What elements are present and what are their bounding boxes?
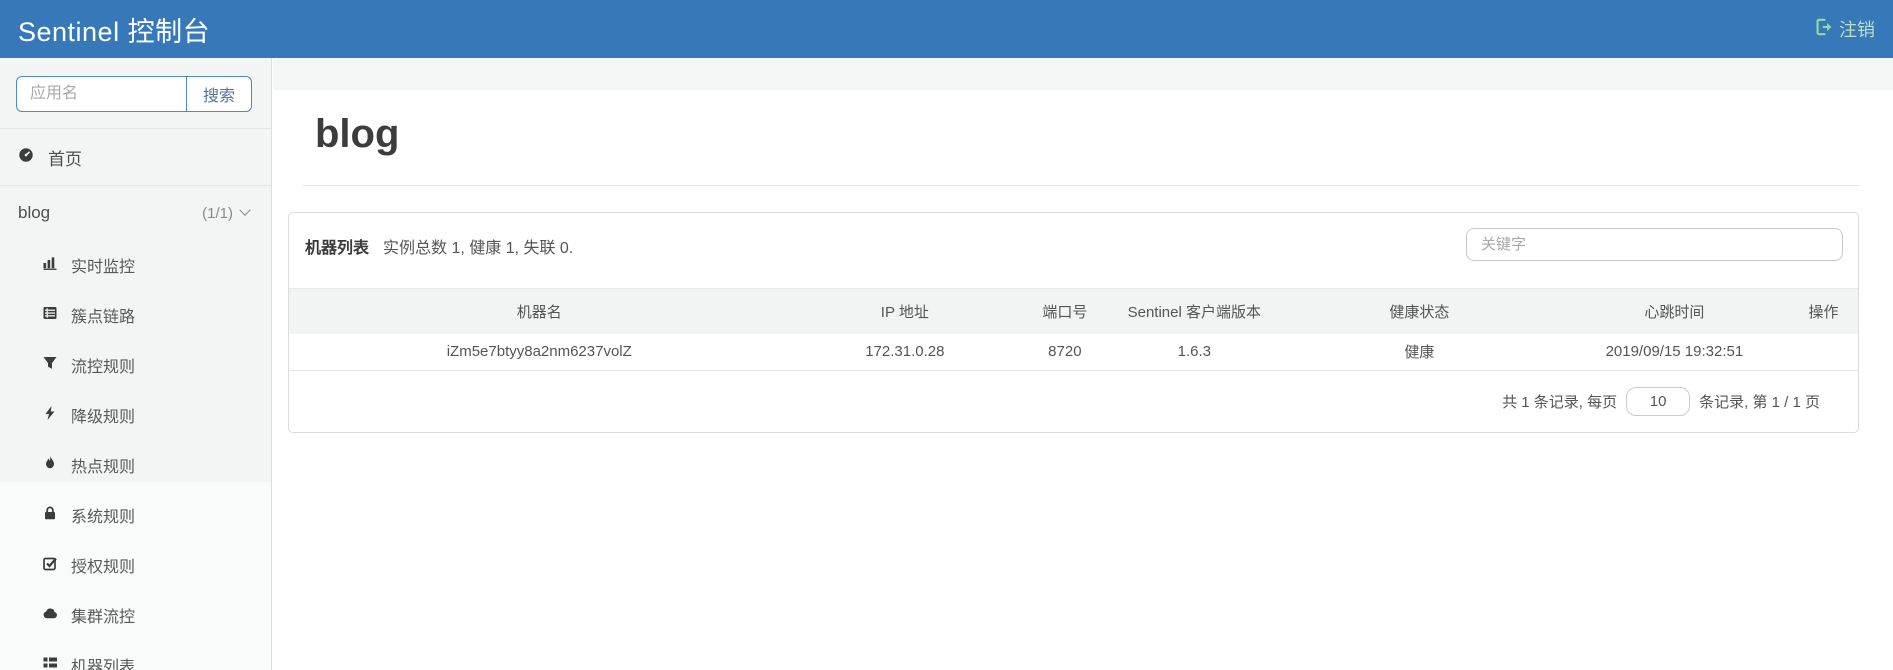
- cell-heartbeat-time: 2019/09/15 19:32:51: [1559, 333, 1789, 371]
- gauge-icon: [18, 147, 34, 168]
- app-search-input[interactable]: [16, 76, 186, 112]
- app-name-label: blog: [18, 203, 51, 222]
- sidebar-item-label: 簇点链路: [71, 309, 136, 326]
- sidebar-search-area: 搜索: [0, 58, 271, 128]
- cell-client-version: 1.6.3: [1109, 333, 1280, 371]
- col-ip: IP 地址: [789, 288, 1021, 334]
- sidebar-item-degrade-rules[interactable]: 降级规则: [0, 390, 271, 440]
- chevron-down-icon: [239, 204, 251, 216]
- bar-chart-icon: [42, 255, 58, 276]
- col-client-version: Sentinel 客户端版本: [1109, 288, 1280, 334]
- content-card: blog 机器列表 实例总数 1, 健康 1, 失联 0. 机器名 IP: [273, 90, 1893, 670]
- machine-table: 机器名 IP 地址 端口号 Sentinel 客户端版本 健康状态 心跳时间 操…: [289, 288, 1858, 371]
- cell-port: 8720: [1020, 333, 1110, 371]
- page-title: blog: [315, 112, 400, 156]
- logout-label: 注销: [1839, 20, 1875, 40]
- col-health-status: 健康状态: [1279, 288, 1560, 334]
- sidebar-item-home[interactable]: 首页: [0, 129, 271, 185]
- cell-machine-name: iZm5e7btyy8a2nm6237volZ: [289, 333, 790, 371]
- cell-ip: 172.31.0.28: [789, 333, 1021, 371]
- col-heartbeat-time: 心跳时间: [1559, 288, 1789, 334]
- sidebar-item-label: 系统规则: [71, 509, 136, 526]
- bolt-icon: [42, 405, 58, 426]
- cell-health-status: 健康: [1279, 333, 1560, 371]
- check-square-icon: [42, 555, 58, 576]
- panel-title: 机器列表: [305, 240, 370, 257]
- sidebar-item-cluster-flow[interactable]: 集群流控: [0, 590, 271, 640]
- top-navbar: Sentinel 控制台 注销: [0, 0, 1893, 58]
- table-header-row: 机器名 IP 地址 端口号 Sentinel 客户端版本 健康状态 心跳时间 操…: [289, 288, 1858, 334]
- sidebar-item-flow-rules[interactable]: 流控规则: [0, 340, 271, 390]
- filter-icon: [42, 355, 58, 376]
- sidebar-item-cluster-link[interactable]: 簇点链路: [0, 290, 271, 340]
- instance-summary: 实例总数 1, 健康 1, 失联 0.: [383, 240, 574, 257]
- sidebar-item-label: 降级规则: [71, 409, 136, 426]
- sidebar-item-label: 集群流控: [71, 609, 136, 626]
- server-icon: [42, 655, 58, 670]
- sidebar-item-label: 机器列表: [71, 659, 136, 670]
- table-row: iZm5e7btyy8a2nm6237volZ 172.31.0.28 8720…: [289, 333, 1858, 371]
- cell-actions: [1788, 333, 1858, 371]
- title-divider: [302, 185, 1859, 186]
- search-button[interactable]: 搜索: [186, 76, 252, 112]
- sidebar-item-realtime-monitor[interactable]: 实时监控: [0, 240, 271, 290]
- sign-out-icon: [1814, 17, 1834, 42]
- col-port: 端口号: [1020, 288, 1110, 334]
- sidebar-item-label: 实时监控: [71, 259, 136, 276]
- logout-button[interactable]: 注销: [1814, 16, 1875, 42]
- pagination-bar: 共 1 条记录, 每页 条记录, 第 1 / 1 页: [289, 371, 1858, 432]
- keyword-search-input[interactable]: [1466, 228, 1843, 261]
- machine-list-panel: 机器列表 实例总数 1, 健康 1, 失联 0. 机器名 IP 地址 端口号 S…: [288, 212, 1859, 433]
- main-area: blog 机器列表 实例总数 1, 健康 1, 失联 0. 机器名 IP: [273, 58, 1893, 670]
- sidebar-item-label: 热点规则: [71, 459, 136, 476]
- cloud-icon: [42, 605, 58, 626]
- list-icon: [42, 305, 58, 326]
- app-health-count: (1/1): [202, 204, 233, 222]
- sidebar-app-blog[interactable]: blog (1/1): [0, 186, 271, 240]
- sidebar-item-label: 流控规则: [71, 359, 136, 376]
- sidebar: 搜索 首页 blog (1/1): [0, 58, 272, 670]
- col-machine-name: 机器名: [289, 288, 790, 334]
- sidebar-item-param-flow-rules[interactable]: 热点规则: [0, 440, 271, 490]
- sidebar-item-label: 授权规则: [71, 559, 136, 576]
- col-actions: 操作: [1788, 288, 1858, 334]
- pagination-page-text: 条记录, 第 1 / 1 页: [1699, 394, 1820, 411]
- sidebar-item-home-label: 首页: [48, 149, 82, 169]
- sidebar-item-authority-rules[interactable]: 授权规则: [0, 540, 271, 590]
- pagination-total-text: 共 1 条记录, 每页: [1502, 394, 1618, 411]
- brand-title[interactable]: Sentinel 控制台: [18, 10, 210, 49]
- lock-icon: [42, 505, 58, 526]
- page-size-input[interactable]: [1626, 387, 1691, 416]
- sidebar-item-machine-list[interactable]: 机器列表: [0, 640, 271, 670]
- machine-list-panel-heading: 机器列表 实例总数 1, 健康 1, 失联 0.: [289, 213, 1858, 288]
- fire-icon: [42, 455, 58, 476]
- sidebar-item-system-rules[interactable]: 系统规则: [0, 490, 271, 540]
